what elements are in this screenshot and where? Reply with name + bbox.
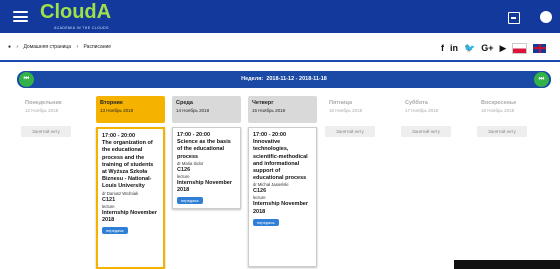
top-app-bar: CloudA ACADEMIA IN THE CLOUDS (0, 0, 560, 33)
brand-logo[interactable]: CloudA (40, 1, 111, 24)
notification-popup[interactable] (454, 260, 560, 269)
flag-pl-icon[interactable] (512, 42, 528, 54)
google-plus-icon[interactable]: G+ (481, 43, 493, 53)
no-classes-badge: Занятий нету (477, 126, 527, 137)
transfer-button[interactable]: передача (102, 227, 128, 235)
next-week-button[interactable]: ⏭ (534, 72, 549, 87)
breadcrumb-current: Расписание (83, 44, 112, 50)
day-header: Понедельник 12 Ноябрь 2018 (21, 96, 78, 123)
event-title: Innovative technologies, scientific-meth… (253, 139, 308, 182)
event-card[interactable]: 17:00 - 20:00 The organization of the ed… (96, 127, 165, 269)
user-icon[interactable] (540, 11, 552, 23)
day-header: Воскресенье 18 Ноябрь 2018 (477, 96, 534, 123)
day-column-friday: Пятница 16 Ноябрь 2018 Занятий нету (325, 96, 382, 137)
day-column-tuesday: Вторник 13 Ноябрь 2018 17:00 - 20:00 The… (96, 96, 165, 269)
day-column-monday: Понедельник 12 Ноябрь 2018 Занятий нету (21, 96, 78, 137)
day-column-wednesday: Среда 14 Ноябрь 2018 17:00 - 20:00 Scien… (172, 96, 241, 210)
week-range: Неделя: 2018-11-12 - 2018-11-18 (241, 76, 327, 82)
day-header: Среда 14 Ноябрь 2018 (172, 96, 241, 123)
twitter-icon[interactable]: 🐦 (464, 43, 475, 54)
week-range-dates: 2018-11-12 - 2018-11-18 (266, 76, 327, 82)
week-navigation: ⏮ Неделя: 2018-11-12 - 2018-11-18 ⏭ (17, 71, 551, 88)
no-classes-badge: Занятий нету (325, 126, 375, 137)
exit-icon[interactable] (508, 12, 520, 24)
event-card[interactable]: 17:00 - 20:00 Innovative technologies, s… (248, 127, 317, 267)
location-pin-icon: ● (8, 44, 12, 50)
menu-icon[interactable] (13, 11, 28, 22)
event-course: Internship November 2018 (253, 201, 309, 215)
linkedin-icon[interactable]: in (450, 43, 458, 53)
event-title: The organization of the educational proc… (102, 140, 154, 190)
event-course: Internship November 2018 (177, 179, 233, 194)
flag-uk-icon[interactable] (533, 43, 547, 53)
no-classes-badge: Занятий нету (401, 126, 451, 137)
facebook-icon[interactable]: f (441, 43, 444, 53)
transfer-button[interactable]: передача (177, 197, 203, 205)
event-room: C126 (253, 188, 267, 195)
event-title: Science as the basis of the educational … (177, 139, 231, 160)
youtube-icon[interactable]: ▶ (499, 43, 506, 54)
event-card[interactable]: 17:00 - 20:00 Science as the basis of th… (172, 127, 241, 210)
day-column-thursday: Четверг 15 Ноябрь 2018 17:00 - 20:00 Inn… (248, 96, 317, 267)
day-column-saturday: Суббота 17 Ноябрь 2018 Занятий нету (401, 96, 458, 137)
day-column-sunday: Воскресенье 18 Ноябрь 2018 Занятий нету (477, 96, 534, 137)
event-course: Internship November 2018 (102, 209, 158, 223)
day-header: Пятница 16 Ноябрь 2018 (325, 96, 382, 123)
transfer-button[interactable]: передача (253, 218, 279, 226)
day-header: Четверг 15 Ноябрь 2018 (248, 96, 317, 123)
divider (0, 60, 560, 62)
brand-tagline: ACADEMIA IN THE CLOUDS (54, 26, 109, 30)
breadcrumb: ● › Домашняя страница › Расписание (8, 44, 112, 50)
social-links: f in 🐦 G+ ▶ (441, 41, 547, 55)
event-room: C126 (177, 166, 191, 173)
day-header: Суббота 17 Ноябрь 2018 (401, 96, 458, 123)
event-room: C121 (102, 196, 116, 203)
breadcrumb-bar: ● › Домашняя страница › Расписание f in … (0, 36, 560, 60)
day-header-today: Вторник 13 Ноябрь 2018 (96, 96, 165, 123)
breadcrumb-home[interactable]: Домашняя страница (23, 44, 71, 50)
no-classes-badge: Занятий нету (21, 126, 71, 137)
